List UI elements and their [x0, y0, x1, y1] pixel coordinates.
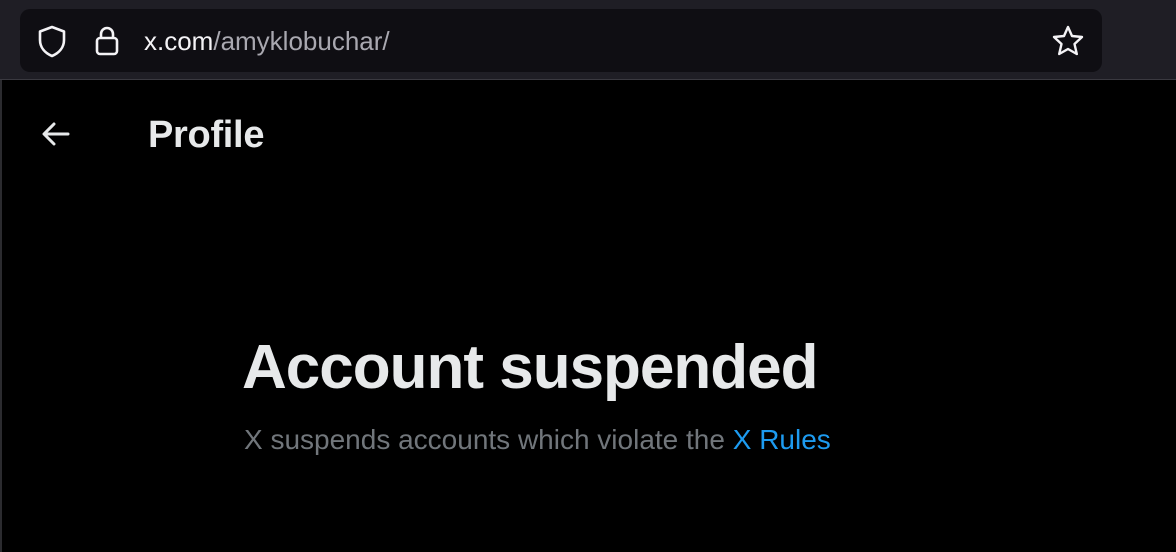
url-domain: x.com: [144, 26, 214, 56]
url-text[interactable]: x.com/amyklobuchar/: [144, 25, 390, 57]
suspended-heading: Account suspended: [242, 333, 819, 402]
suspended-description: X suspends accounts which violate the X …: [244, 422, 831, 458]
x-rules-link[interactable]: X Rules: [733, 424, 831, 455]
address-bar[interactable]: x.com/amyklobuchar/: [20, 9, 1102, 72]
arrow-left-icon: [40, 118, 72, 155]
page-title: Profile: [148, 114, 265, 156]
suspended-description-text: X suspends accounts which violate the: [244, 424, 733, 455]
star-icon[interactable]: [1050, 23, 1086, 59]
url-path: /amyklobuchar/: [213, 26, 390, 56]
browser-toolbar: x.com/amyklobuchar/: [0, 0, 1176, 80]
lock-icon[interactable]: [92, 23, 122, 59]
shield-icon[interactable]: [36, 23, 68, 59]
profile-page: Profile Account suspended X suspends acc…: [0, 80, 1176, 552]
back-button[interactable]: [24, 104, 88, 168]
